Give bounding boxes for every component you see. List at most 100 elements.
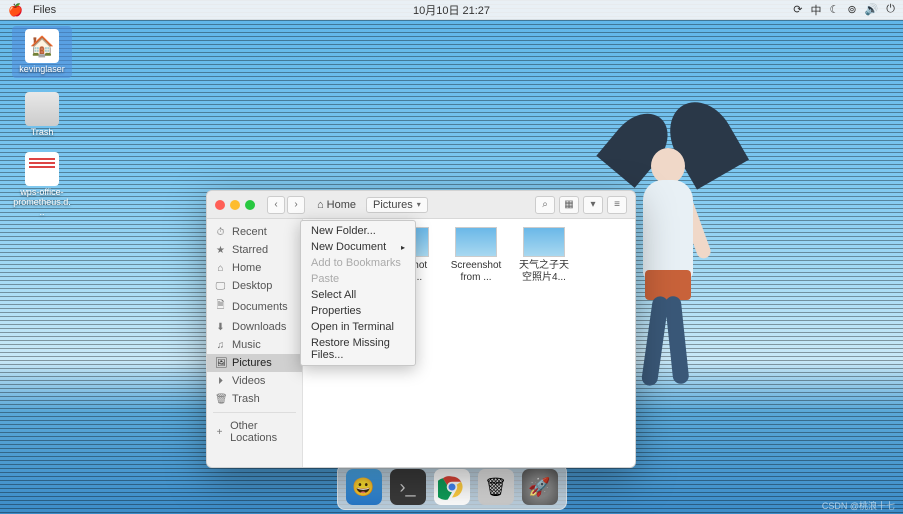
sidebar-item-label: Desktop: [232, 280, 272, 292]
active-app-name[interactable]: Files: [33, 4, 56, 16]
context-menu-item[interactable]: Open in Terminal: [301, 319, 415, 335]
sidebar-item-documents[interactable]: 🗎 Documents: [207, 295, 302, 318]
desktop-icons: 🏠 kevinglaser Trash wps-office-prometheu…: [12, 26, 72, 231]
sidebar-item-label: Recent: [232, 226, 267, 238]
sidebar-icon: 🗎: [215, 298, 226, 315]
file-manager-window: ‹ › ⌂ Home Pictures ⌕ ▦ ▾ ≡ ⏱ Recent ★ Star…: [206, 190, 636, 468]
watermark: CSDN @桃浪十七: [822, 499, 895, 512]
context-menu-item[interactable]: Select All: [301, 287, 415, 303]
sidebar-item-home[interactable]: ⌂Home: [207, 259, 302, 277]
sidebar-icon: ★: [215, 245, 226, 256]
top-menu-bar: 🍎 Files 10月10日 21:27 ⟳ 中 ☾ ⊚ 🔊 ⏻: [0, 0, 903, 20]
menu-item-label: Add to Bookmarks: [311, 257, 401, 269]
file-thumbnail: [523, 227, 565, 257]
window-controls: [215, 200, 255, 210]
desktop-icon-document[interactable]: wps-office-prometheus.d...: [12, 152, 72, 218]
context-menu-item[interactable]: New Document ▸: [301, 239, 415, 255]
sidebar-item-label: Music: [232, 339, 261, 351]
sidebar-item-label: Pictures: [232, 357, 272, 369]
system-tray: ⟳ 中 ☾ ⊚ 🔊 ⏻: [793, 2, 895, 18]
file-item[interactable]: 天气之子天空照片4...: [515, 227, 573, 283]
sidebar-item-trash[interactable]: 🗑 Trash: [207, 390, 302, 408]
context-menu-item: Add to Bookmarks: [301, 255, 415, 271]
volume-icon[interactable]: 🔊: [865, 3, 879, 16]
sidebar-item-label: Downloads: [232, 321, 286, 333]
menu-item-label: Restore Missing Files...: [311, 337, 405, 361]
view-dropdown-button[interactable]: ▾: [583, 196, 603, 214]
file-item[interactable]: Screenshot from ...: [447, 227, 505, 283]
input-method-icon[interactable]: 中: [811, 2, 822, 18]
view-grid-button[interactable]: ▦: [559, 196, 579, 214]
apple-menu-icon[interactable]: 🍎: [8, 3, 23, 17]
clock: 10月10日 21:27: [413, 2, 490, 18]
sidebar-other-locations[interactable]: +Other Locations: [207, 417, 302, 447]
trash-icon: [25, 92, 59, 126]
sidebar-item-recent[interactable]: ⏱ Recent: [207, 223, 302, 241]
sidebar-icon: ♫: [215, 340, 226, 351]
sidebar-item-label: Videos: [232, 375, 265, 387]
back-button[interactable]: ‹: [267, 196, 285, 214]
dock-launcher[interactable]: 🚀: [522, 469, 558, 505]
menu-item-label: Open in Terminal: [311, 321, 394, 333]
context-menu-item[interactable]: Properties: [301, 303, 415, 319]
close-button[interactable]: [215, 200, 225, 210]
dock-trash[interactable]: 🗑: [478, 469, 514, 505]
path-segment: Home: [327, 199, 356, 211]
sidebar-item-label: Trash: [232, 393, 260, 405]
sidebar-icon: 🖼: [215, 358, 226, 369]
sidebar-icon: ⏵: [215, 376, 226, 387]
sidebar-icon: 🗑: [215, 394, 226, 405]
path-home-button[interactable]: ⌂ Home: [317, 199, 356, 211]
sidebar-icon: ⏱: [215, 227, 226, 238]
tray-icon[interactable]: ⟳: [793, 3, 802, 16]
sidebar-item-label: Documents: [232, 301, 288, 313]
menu-item-label: New Document: [311, 241, 386, 253]
desktop-icon-label: kevinglaser: [19, 65, 65, 75]
menu-item-label: Properties: [311, 305, 361, 317]
minimize-button[interactable]: [230, 200, 240, 210]
context-menu-item: Paste: [301, 271, 415, 287]
file-thumbnail: [455, 227, 497, 257]
sidebar-icon: 🖵: [215, 281, 226, 292]
context-menu-item[interactable]: Restore Missing Files...: [301, 335, 415, 363]
sidebar-item-desktop[interactable]: 🖵 Desktop: [207, 277, 302, 295]
sidebar-icon: ⬇: [215, 322, 226, 333]
sidebar-item-label: Home: [232, 262, 261, 274]
hamburger-menu-button[interactable]: ≡: [607, 196, 627, 214]
wifi-icon[interactable]: ⊚: [847, 3, 856, 16]
search-button[interactable]: ⌕: [535, 196, 555, 214]
menu-item-label: New Folder...: [311, 225, 376, 237]
sidebar-item-music[interactable]: ♫ Music: [207, 336, 302, 354]
home-folder-icon: 🏠: [25, 29, 59, 63]
submenu-arrow-icon: ▸: [401, 243, 405, 252]
desktop-icon-trash[interactable]: Trash: [12, 92, 72, 138]
context-menu-item[interactable]: New Folder...: [301, 223, 415, 239]
sidebar: ⏱ Recent ★ Starred ⌂Home 🖵 Desktop 🗎 Documents ⬇ D…: [207, 219, 303, 467]
dock-terminal[interactable]: ›_: [390, 469, 426, 505]
menu-item-label: Paste: [311, 273, 339, 285]
desktop-icon-label: Trash: [31, 128, 54, 138]
dock: 😀 ›_ 🗑 🚀: [337, 464, 567, 510]
night-light-icon[interactable]: ☾: [830, 3, 840, 16]
sidebar-item-label: Other Locations: [230, 420, 294, 444]
sidebar-item-label: Starred: [232, 244, 268, 256]
context-menu: New Folder... New Document ▸Add to Bookmar…: [300, 220, 416, 366]
sidebar-item-videos[interactable]: ⏵ Videos: [207, 372, 302, 390]
sidebar-item-downloads[interactable]: ⬇ Downloads: [207, 318, 302, 336]
power-icon[interactable]: ⏻: [886, 3, 895, 16]
menu-item-label: Select All: [311, 289, 356, 301]
path-current-dropdown[interactable]: Pictures: [366, 197, 428, 213]
maximize-button[interactable]: [245, 200, 255, 210]
desktop-icon-label: wps-office-prometheus.d...: [13, 188, 71, 218]
document-icon: [25, 152, 59, 186]
desktop-icon-home[interactable]: 🏠 kevinglaser: [12, 26, 72, 78]
forward-button[interactable]: ›: [287, 196, 305, 214]
path-segment: Pictures: [373, 199, 413, 211]
dock-chrome[interactable]: [434, 469, 470, 505]
window-titlebar[interactable]: ‹ › ⌂ Home Pictures ⌕ ▦ ▾ ≡: [207, 191, 635, 219]
file-label: 天气之子天空照片4...: [515, 260, 573, 283]
sidebar-item-starred[interactable]: ★ Starred: [207, 241, 302, 259]
file-label: Screenshot from ...: [447, 260, 505, 283]
sidebar-item-pictures[interactable]: 🖼 Pictures: [207, 354, 302, 372]
dock-finder[interactable]: 😀: [346, 469, 382, 505]
